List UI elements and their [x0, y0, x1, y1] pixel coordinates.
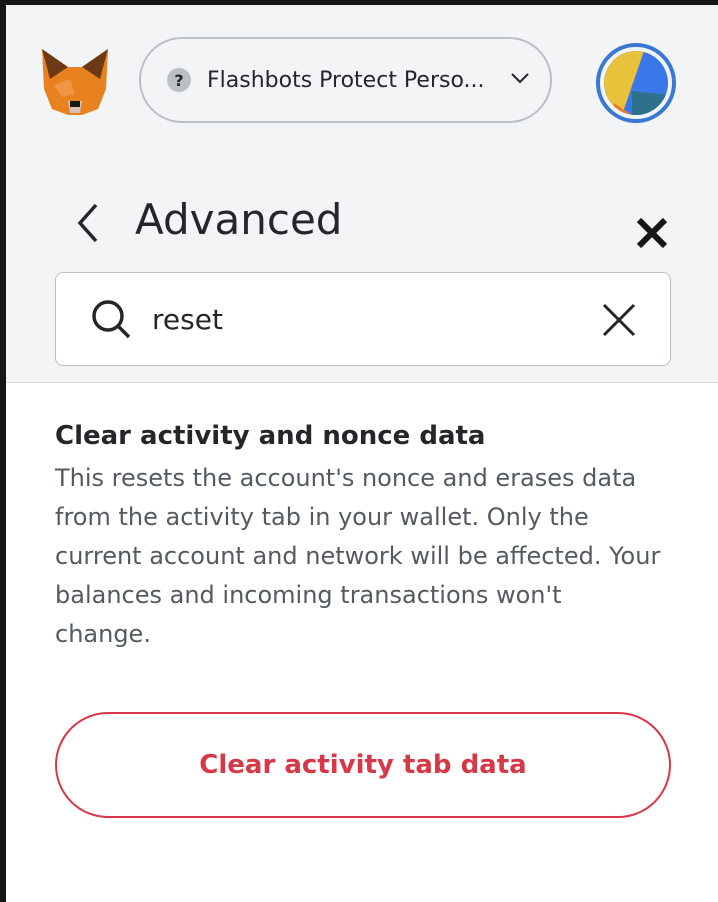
- setting-description: This resets the account's nonce and eras…: [55, 464, 661, 648]
- clear-search-icon[interactable]: [602, 303, 636, 337]
- close-icon[interactable]: [634, 215, 670, 251]
- back-arrow-icon[interactable]: [74, 201, 104, 245]
- search-icon: [92, 300, 131, 339]
- header-area: ? Flashbots Protect Perso... Advanced: [6, 5, 718, 383]
- account-avatar[interactable]: [596, 43, 676, 123]
- clear-activity-button[interactable]: Clear activity tab data: [55, 712, 671, 818]
- network-name: Flashbots Protect Perso...: [207, 67, 485, 93]
- metamask-fox-logo[interactable]: [40, 49, 110, 115]
- search-input[interactable]: [152, 302, 572, 336]
- search-box: [55, 272, 671, 366]
- page-title: Advanced: [135, 195, 343, 244]
- network-selector[interactable]: ? Flashbots Protect Perso...: [139, 37, 552, 123]
- chevron-down-icon: [511, 73, 529, 84]
- setting-title: Clear activity and nonce data: [55, 421, 486, 451]
- network-question-icon: ?: [167, 68, 191, 92]
- metamask-popup: ? Flashbots Protect Perso... Advanced Cl…: [6, 5, 718, 902]
